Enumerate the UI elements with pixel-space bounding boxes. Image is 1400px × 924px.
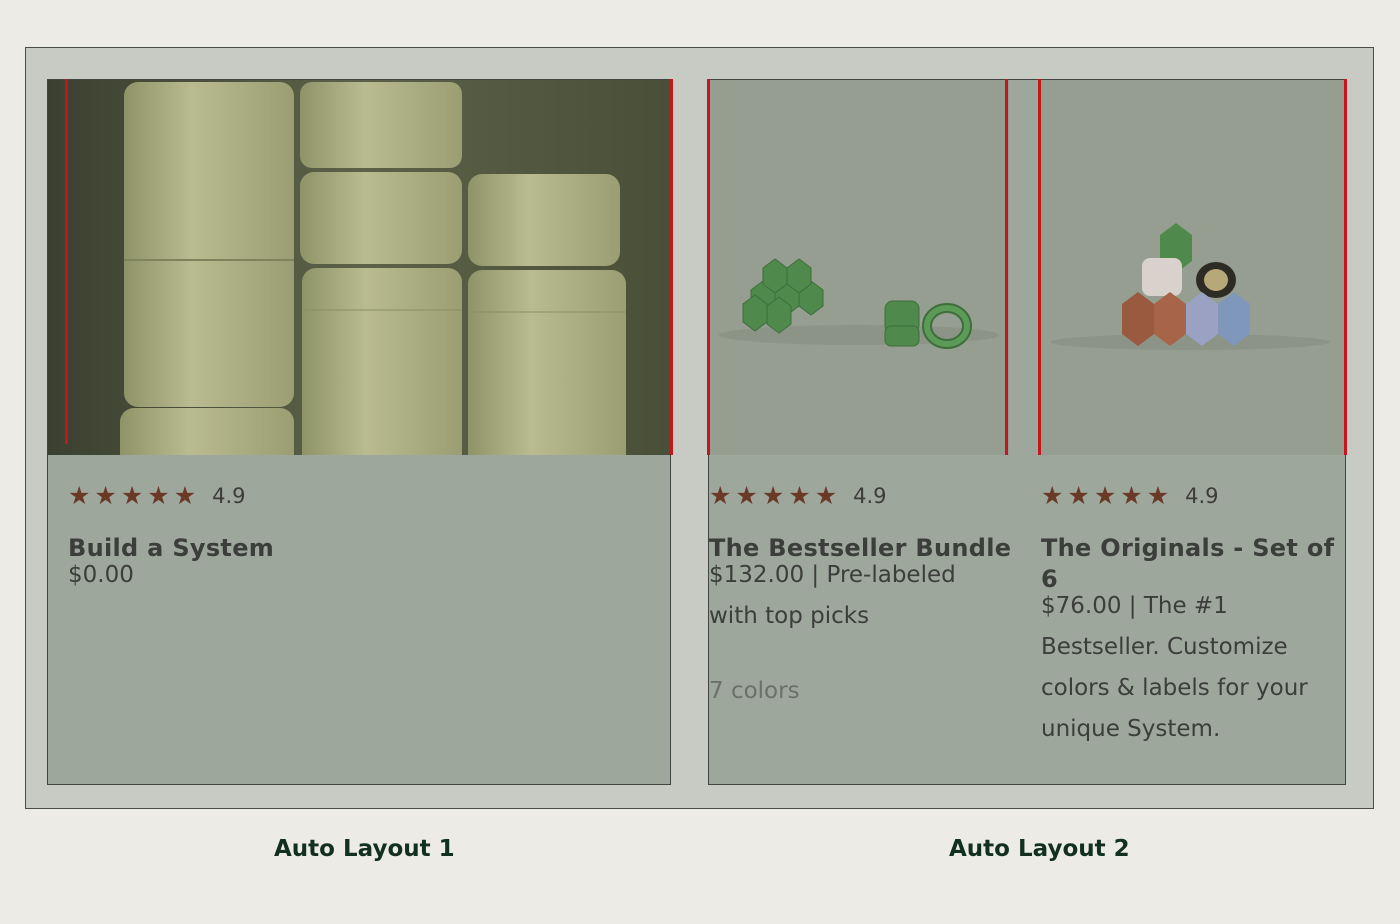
- canisters-image: [48, 80, 670, 455]
- product-price: $0.00: [68, 562, 134, 588]
- star-icon: ★: [68, 481, 91, 510]
- star-icon: ★: [709, 481, 732, 510]
- layout-guide-line: [65, 79, 68, 444]
- product-description-line: $132.00 | Pre-labeled: [709, 562, 956, 588]
- colorful-canisters-image: [1040, 80, 1345, 455]
- layout-guide-line: [1038, 79, 1041, 455]
- caption-auto-layout-1: Auto Layout 1: [274, 836, 455, 862]
- star-icon: ★: [814, 481, 838, 510]
- layout-guide-line: [707, 79, 710, 455]
- star-icon: ★: [1067, 481, 1090, 510]
- rating-value: 4.9: [1185, 483, 1219, 508]
- layout-guide-line: [670, 79, 673, 455]
- star-icon: ★: [1041, 481, 1064, 510]
- layout-guide-line: [1005, 79, 1008, 455]
- product-image[interactable]: [1040, 80, 1345, 455]
- rating-value: 4.9: [212, 483, 246, 508]
- layout-guide-line: [1344, 79, 1347, 455]
- color-count[interactable]: 7 colors: [709, 678, 800, 704]
- star-icon: ★: [94, 481, 117, 510]
- product-description-line: unique System.: [1041, 716, 1221, 742]
- hex-canisters-image: [709, 80, 1009, 455]
- star-icon: ★: [147, 481, 170, 510]
- product-card-build-a-system[interactable]: ★ ★ ★ ★ ★ 4.9 Build a System $0.00: [47, 79, 671, 785]
- product-description-line: colors & labels for your: [1041, 675, 1308, 701]
- product-row-container: ★ ★ ★ ★ ★ 4.9 The Bestseller Bundle $132…: [708, 79, 1346, 785]
- star-icon: ★: [735, 481, 758, 510]
- product-title[interactable]: The Originals - Set of: [1041, 533, 1334, 564]
- star-icon: ★: [1120, 481, 1143, 510]
- comparison-frame: ★ ★ ★ ★ ★ 4.9 Build a System $0.00 ★ ★ ★…: [25, 47, 1374, 809]
- rating-stars: ★ ★ ★ ★ ★ 4.9: [709, 483, 887, 508]
- star-icon: ★: [1146, 481, 1170, 510]
- product-description-line: $76.00 | The #1: [1041, 593, 1228, 619]
- star-icon: ★: [788, 481, 811, 510]
- rating-stars: ★ ★ ★ ★ ★ 4.9: [1041, 483, 1219, 508]
- product-description-line: with top picks: [709, 603, 870, 629]
- star-icon: ★: [120, 481, 144, 510]
- caption-auto-layout-2: Auto Layout 2: [949, 836, 1130, 862]
- star-icon: ★: [761, 481, 785, 510]
- rating-value: 4.9: [853, 483, 887, 508]
- product-image[interactable]: [48, 80, 670, 455]
- product-description-line: Bestseller. Customize: [1041, 634, 1288, 660]
- product-image[interactable]: [709, 80, 1009, 455]
- rating-stars: ★ ★ ★ ★ ★ 4.9: [68, 483, 246, 508]
- star-icon: ★: [1093, 481, 1117, 510]
- star-icon: ★: [173, 481, 197, 510]
